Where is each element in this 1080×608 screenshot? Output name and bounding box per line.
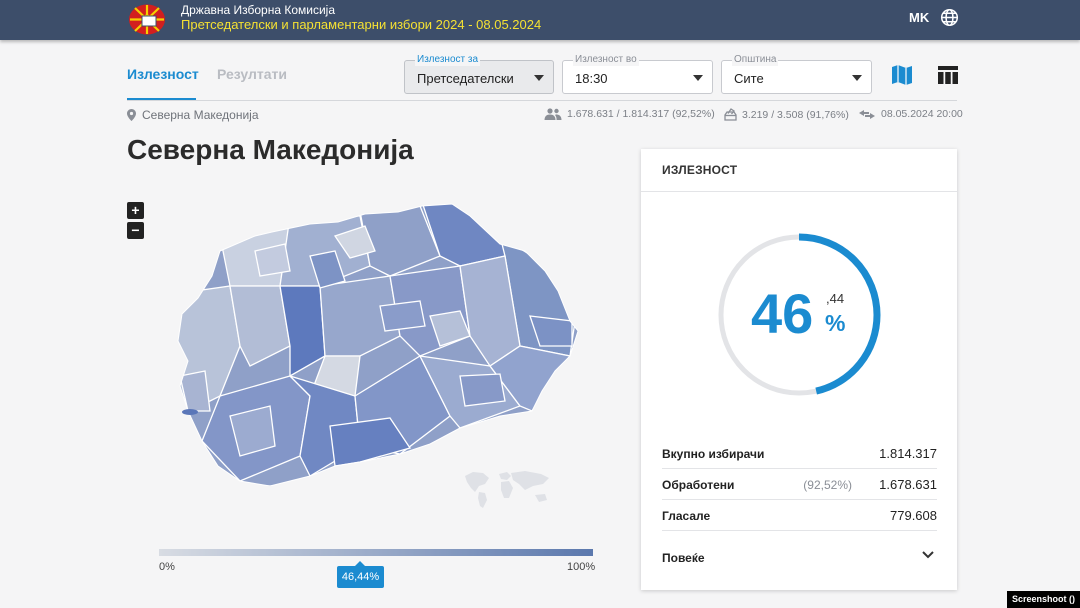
voted-row: Гласале 779.608 [662,500,937,531]
turnout-for-value: Претседателски [417,71,514,86]
voters-stat-value: 1.678.631 / 1.814.317 (92,52%) [567,108,715,120]
state-election-commission-logo[interactable] [128,4,166,35]
turnout-percent-sign: % [825,310,846,336]
processed-label: Обработени [662,478,735,492]
ballot-box-icon [724,108,737,121]
map-view-icon[interactable] [890,63,914,87]
chevron-down-icon [693,75,703,81]
turnout-for-label: Излезност за [415,54,481,66]
legend-max-label: 100% [567,561,596,573]
turnout-time-label: Излезност во [573,54,639,66]
last-update-stat: 08.05.2024 20:00 [858,108,963,120]
municipality-value: Сите [734,71,764,86]
turnout-card: ИЗЛЕЗНОСТ 46 ,44 % Вкупно избирачи 1.814… [641,149,957,590]
card-divider [641,191,957,192]
processed-row: Обработени (92,52%) 1.678.631 [662,469,937,500]
breadcrumb[interactable]: Северна Македонија [127,108,259,122]
voted-label: Гласале [662,509,711,523]
sync-arrows-icon [859,109,875,119]
world-map-icon [465,471,549,508]
screenshot-watermark: Screenshoot () [1007,591,1080,608]
organization-name: Државна Изборна Комисија [181,3,336,17]
total-voters-label: Вкупно избирачи [662,447,765,461]
polling-stations-stat: 3.219 / 3.508 (91,76%) [724,108,849,121]
zoom-out-button[interactable]: − [127,222,144,239]
turnout-time-value: 18:30 [575,71,608,86]
tab-results[interactable]: Резултати [217,66,287,82]
voted-value: 779.608 [890,508,937,523]
chevron-down-icon [534,75,544,81]
people-icon [544,108,562,120]
show-more-button[interactable]: Повеќе [662,542,937,568]
turnout-legend-scale [159,549,593,556]
page-title: Северна Македонија [127,134,414,165]
tab-turnout[interactable]: Излезност [127,66,199,82]
zoom-in-button[interactable]: + [127,202,144,219]
top-bar: Државна Изборна Комисија Претседателски … [0,0,1080,40]
tabs-divider [127,100,957,101]
processed-value: 1.678.631 [879,477,937,492]
processed-percent: (92,52%) [803,478,852,492]
election-name: Претседателски и парламентарни избори 20… [181,17,542,32]
legend-current-value-marker: 46,44% [337,561,385,588]
chevron-down-icon [922,551,934,559]
chevron-down-icon [852,75,862,81]
card-title: ИЗЛЕЗНОСТ [662,163,738,177]
table-view-icon[interactable] [936,63,960,87]
turnout-percent-decimal: ,44 [826,291,845,306]
breadcrumb-location: Северна Македонија [142,108,259,122]
turnout-for-select[interactable]: Излезност за Претседателски [404,54,554,94]
municipality-turnout-map[interactable] [160,196,582,486]
last-update-value: 08.05.2024 20:00 [881,108,963,120]
municipality-label: Општина [732,54,779,66]
turnout-percent-integer: 46 [751,282,814,345]
language-code[interactable]: MK [909,10,929,25]
polling-stations-stat-value: 3.219 / 3.508 (91,76%) [742,108,849,121]
municipality-select[interactable]: Општина Сите [721,54,872,94]
total-voters-value: 1.814.317 [879,446,937,461]
total-voters-row: Вкупно избирачи 1.814.317 [662,438,937,469]
location-pin-icon [127,109,136,121]
legend-min-label: 0% [159,561,175,573]
voters-stat: 1.678.631 / 1.814.317 (92,52%) [544,108,715,120]
show-more-label: Повеќе [662,551,705,565]
globe-icon[interactable] [940,8,959,27]
turnout-time-select[interactable]: Излезност во 18:30 [562,54,713,94]
